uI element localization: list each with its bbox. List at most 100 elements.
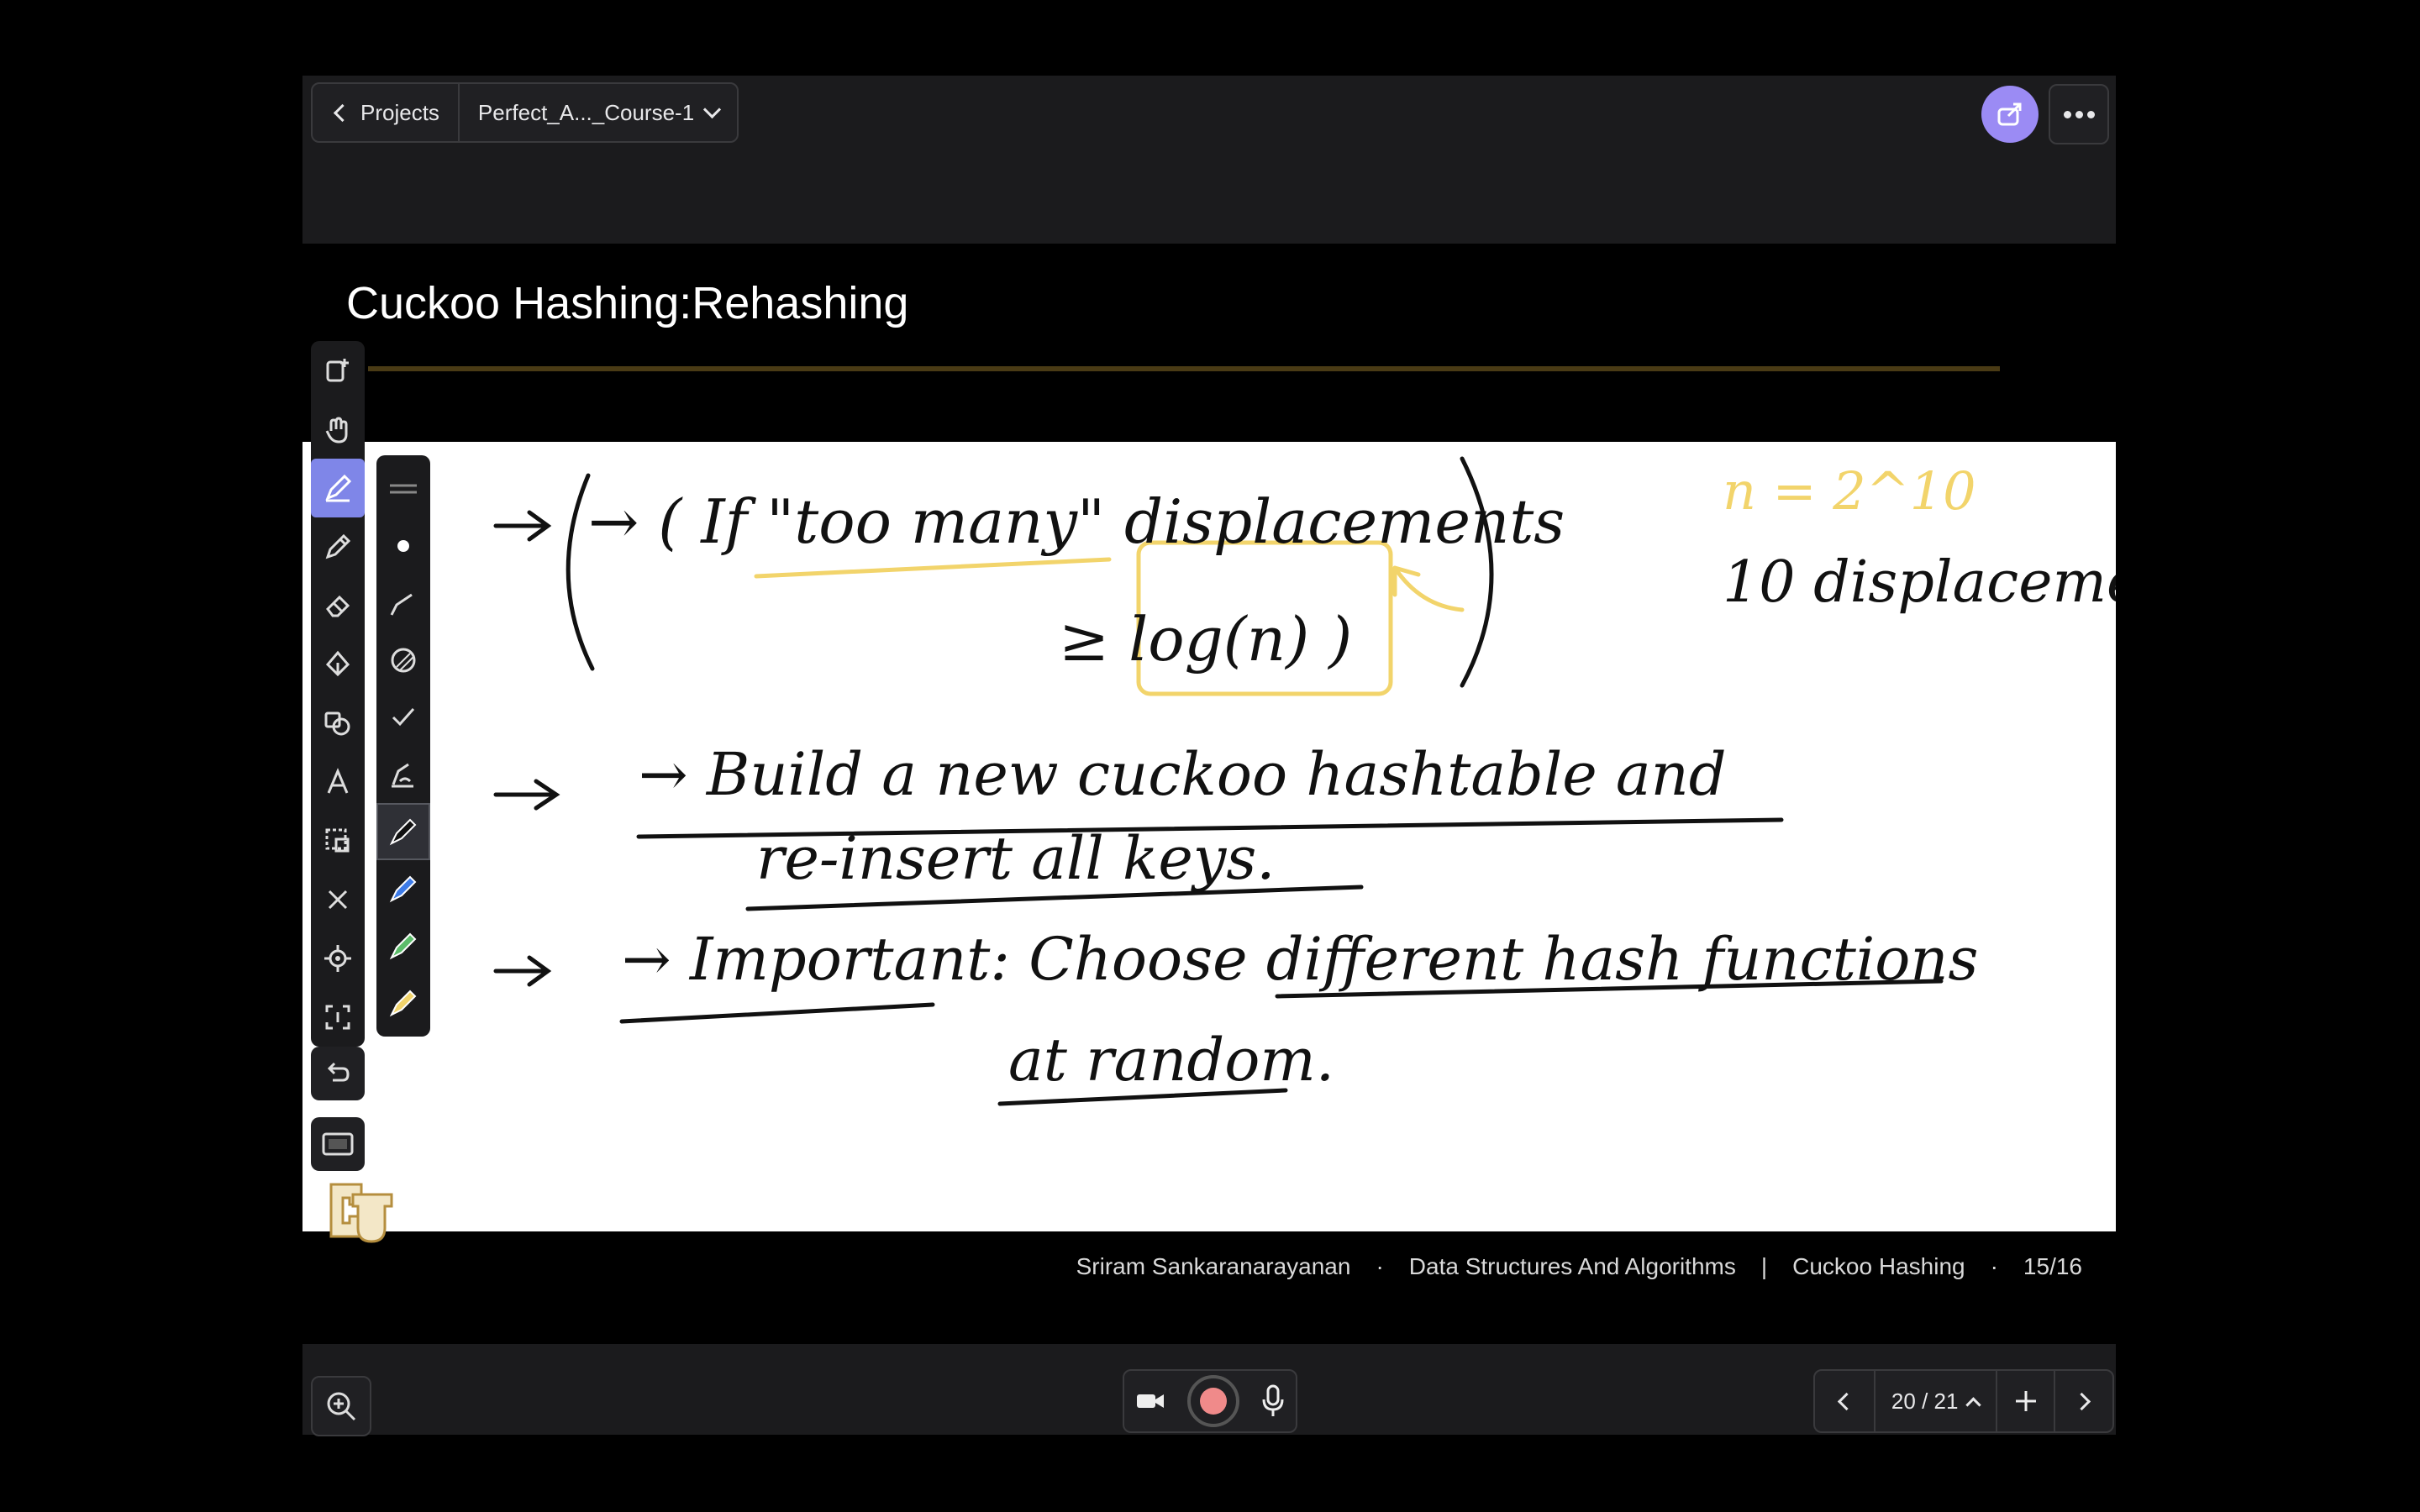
pencil-icon bbox=[325, 533, 351, 559]
smooth-icon bbox=[392, 763, 413, 788]
shapes-tool[interactable] bbox=[311, 694, 365, 753]
previous-page-button[interactable] bbox=[1815, 1371, 1874, 1431]
side-note-2: 10 displacement. bbox=[1723, 549, 2116, 616]
add-page-icon bbox=[326, 359, 349, 382]
eraser-tool[interactable] bbox=[311, 576, 365, 635]
footer-slide-counter: 15/16 bbox=[2023, 1253, 2082, 1279]
line2b-text: re-insert all keys. bbox=[756, 824, 1276, 893]
pen-tool[interactable] bbox=[311, 459, 365, 517]
crop-tool[interactable] bbox=[311, 988, 365, 1047]
screen-toggle-button[interactable] bbox=[311, 1117, 365, 1171]
hand-tool[interactable] bbox=[311, 400, 365, 459]
arrow-2 bbox=[493, 779, 560, 811]
chevron-left-icon bbox=[333, 103, 352, 122]
lasso-icon bbox=[325, 828, 350, 853]
title-underline bbox=[368, 366, 2000, 371]
plus-icon bbox=[2015, 1391, 2036, 1411]
chevron-right-icon bbox=[2072, 1392, 2091, 1410]
footer-bar: | bbox=[1760, 1253, 1768, 1279]
page-indicator-button[interactable]: 20 / 21 bbox=[1873, 1371, 1996, 1431]
more-icon bbox=[2063, 110, 2071, 118]
yellow-pen-icon bbox=[389, 990, 417, 1017]
arrow-3 bbox=[493, 955, 552, 987]
eraser-icon bbox=[326, 595, 350, 617]
curve-option[interactable] bbox=[376, 575, 430, 632]
projects-back-button[interactable]: Projects bbox=[313, 84, 458, 141]
footer-dot-2: · bbox=[1990, 1253, 1998, 1279]
undo-button[interactable] bbox=[311, 1047, 365, 1100]
green-pen-icon bbox=[389, 932, 417, 960]
pen-icon bbox=[325, 474, 352, 502]
zoom-button[interactable] bbox=[311, 1376, 371, 1436]
projects-label: Projects bbox=[360, 99, 439, 125]
slide-footer bbox=[302, 1231, 2116, 1344]
yellow-pen-option[interactable] bbox=[376, 974, 430, 1032]
line-style-option[interactable] bbox=[376, 460, 430, 517]
chevron-down-icon bbox=[703, 100, 722, 118]
line3b-text: at random. bbox=[1008, 1026, 1334, 1095]
check-option[interactable] bbox=[376, 689, 430, 746]
add-page-tool[interactable] bbox=[311, 341, 365, 400]
opacity-icon bbox=[391, 648, 416, 673]
page-navigator: 20 / 21 bbox=[1813, 1369, 2114, 1433]
slide-header bbox=[302, 244, 2116, 442]
university-logo bbox=[329, 1183, 393, 1243]
top-bar: Projects Perfect_A..._Course-1 bbox=[302, 76, 2116, 244]
chevron-up-icon bbox=[1965, 1396, 1982, 1413]
drawing-canvas[interactable]: → ( If "too many" displacements ≥ log(n)… bbox=[302, 442, 2218, 1231]
smooth-option[interactable] bbox=[376, 746, 430, 803]
laser-tool[interactable] bbox=[311, 929, 365, 988]
recording-controls bbox=[1123, 1369, 1297, 1433]
microphone-icon[interactable] bbox=[1261, 1384, 1285, 1418]
blue-pen-icon bbox=[389, 875, 417, 903]
undo-icon bbox=[327, 1062, 350, 1082]
add-page-button[interactable] bbox=[1995, 1371, 2054, 1431]
pencil-tool[interactable] bbox=[311, 517, 365, 576]
drawing-toolbar bbox=[311, 341, 365, 1047]
slide-title: Cuckoo Hashing:Rehashing bbox=[346, 278, 909, 328]
camera-icon[interactable] bbox=[1135, 1391, 1165, 1411]
highlight-too-many bbox=[754, 557, 1112, 579]
project-dropdown[interactable]: Perfect_A..._Course-1 bbox=[457, 84, 737, 141]
arrow-1 bbox=[493, 510, 552, 542]
curve-icon bbox=[390, 593, 413, 616]
line1b-text: ≥ log(n) ) bbox=[1059, 604, 1352, 675]
side-note-1: n = 2^10 bbox=[1723, 460, 1976, 522]
black-pen-option[interactable] bbox=[376, 803, 430, 860]
chevron-left-icon bbox=[1838, 1392, 1856, 1410]
laser-icon bbox=[324, 945, 351, 972]
project-name: Perfect_A..._Course-1 bbox=[477, 99, 695, 125]
footer-topic: Cuckoo Hashing bbox=[1792, 1253, 1965, 1279]
line3-text: → Important: Choose different hash funct… bbox=[622, 925, 1978, 994]
footer-author: Sriram Sankaranarayanan bbox=[1076, 1253, 1351, 1279]
blue-pen-option[interactable] bbox=[376, 860, 430, 917]
check-icon bbox=[392, 708, 415, 727]
close-tool[interactable] bbox=[311, 870, 365, 929]
more-options-button[interactable] bbox=[2049, 84, 2109, 144]
slide-footer-text: Sriram Sankaranarayanan · Data Structure… bbox=[1076, 1253, 2082, 1280]
share-button[interactable] bbox=[1981, 86, 2039, 143]
footer-dot-1: · bbox=[1376, 1253, 1384, 1279]
opacity-option[interactable] bbox=[376, 632, 430, 689]
next-page-button[interactable] bbox=[2054, 1371, 2112, 1431]
page-indicator: 20 / 21 bbox=[1891, 1388, 1959, 1414]
text-tool[interactable] bbox=[311, 753, 365, 811]
hand-icon bbox=[325, 417, 348, 444]
black-pen-icon bbox=[389, 818, 417, 846]
shapes-icon bbox=[324, 711, 350, 736]
zoom-in-icon bbox=[327, 1392, 356, 1421]
screen-icon bbox=[322, 1132, 354, 1156]
handwritten-notes: → ( If "too many" displacements ≥ log(n)… bbox=[493, 456, 2218, 1106]
record-button[interactable] bbox=[1187, 1375, 1239, 1427]
text-icon bbox=[327, 768, 349, 794]
fill-icon bbox=[325, 650, 350, 677]
fill-tool[interactable] bbox=[311, 635, 365, 694]
share-icon bbox=[1997, 102, 2022, 126]
footer-course: Data Structures And Algorithms bbox=[1408, 1253, 1736, 1279]
dot-size-option[interactable] bbox=[376, 517, 430, 575]
green-pen-option[interactable] bbox=[376, 917, 430, 974]
highlight-arrow bbox=[1392, 565, 1465, 612]
line2-text: → Build a new cuckoo hashtable and bbox=[639, 740, 1727, 809]
underline-important bbox=[619, 1002, 935, 1024]
lasso-tool[interactable] bbox=[311, 811, 365, 870]
